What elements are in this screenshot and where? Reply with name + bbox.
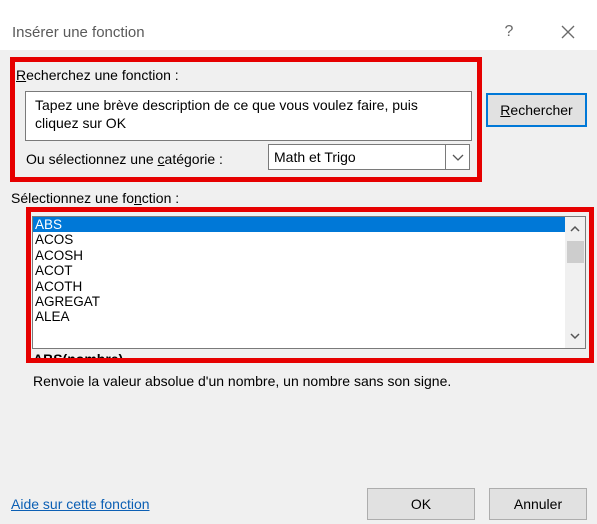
title-bar: Insérer une fonction ? (0, 0, 597, 50)
scroll-thumb[interactable] (567, 241, 584, 263)
search-label-text: echerchez une fonction : (26, 67, 179, 83)
search-button-accel: R (500, 102, 511, 118)
function-list-label-post: ction : (141, 190, 180, 206)
chevron-down-icon (570, 333, 580, 340)
search-label: Recherchez une fonction : (16, 67, 179, 83)
function-list-label-pre: Sélectionnez une fo (11, 190, 134, 206)
search-label-accel: R (16, 67, 27, 83)
search-button[interactable]: Rechercher (486, 93, 587, 127)
function-list-label-accel: n (133, 190, 142, 206)
function-listbox[interactable]: ABS ACOS ACOSH ACOT ACOTH AGREGAT ALEA (32, 216, 586, 349)
list-item[interactable]: ACOTH (33, 279, 565, 294)
help-link[interactable]: Aide sur cette fonction (11, 496, 150, 512)
scroll-up-icon[interactable] (567, 221, 583, 237)
chevron-up-icon (570, 225, 580, 232)
category-label-accel: c (157, 151, 165, 167)
function-list-items: ABS ACOS ACOSH ACOT ACOTH AGREGAT ALEA (33, 217, 565, 325)
category-dropdown[interactable]: Math et Trigo (268, 144, 470, 170)
search-input[interactable]: Tapez une brève description de ce que vo… (25, 91, 472, 141)
category-label-pre: Ou sélectionnez une (26, 151, 158, 167)
scroll-down-icon[interactable] (567, 328, 583, 344)
function-list-label: Sélectionnez une fonction : (11, 190, 179, 206)
list-item[interactable]: ACOT (33, 263, 565, 278)
function-signature: ABS(nombre) (33, 352, 124, 362)
category-label: Ou sélectionnez une catégorie : (26, 151, 223, 167)
function-description: Renvoie la valeur absolue d'un nombre, u… (33, 373, 452, 389)
dialog-title: Insérer une fonction (12, 24, 145, 41)
close-icon[interactable] (556, 20, 580, 44)
category-selected-value: Math et Trigo (274, 149, 356, 165)
help-button[interactable]: ? (499, 20, 519, 44)
ok-button[interactable]: OK (367, 488, 475, 520)
list-item[interactable]: AGREGAT (33, 294, 565, 309)
vertical-scrollbar[interactable] (565, 217, 585, 348)
category-label-post: atégorie : (164, 151, 223, 167)
list-item[interactable]: ALEA (33, 309, 565, 324)
list-item[interactable]: ACOSH (33, 248, 565, 263)
cancel-button[interactable]: Annuler (489, 488, 587, 520)
chevron-down-icon-glyph (452, 154, 464, 161)
search-button-label: echercher (510, 102, 573, 118)
chevron-down-icon[interactable] (445, 145, 469, 169)
list-item[interactable]: ABS (33, 217, 565, 233)
insert-function-dialog: Insérer une fonction ? Recherchez une fo… (0, 0, 597, 524)
close-icon-glyph (561, 25, 575, 39)
list-item[interactable]: ACOS (33, 232, 565, 247)
